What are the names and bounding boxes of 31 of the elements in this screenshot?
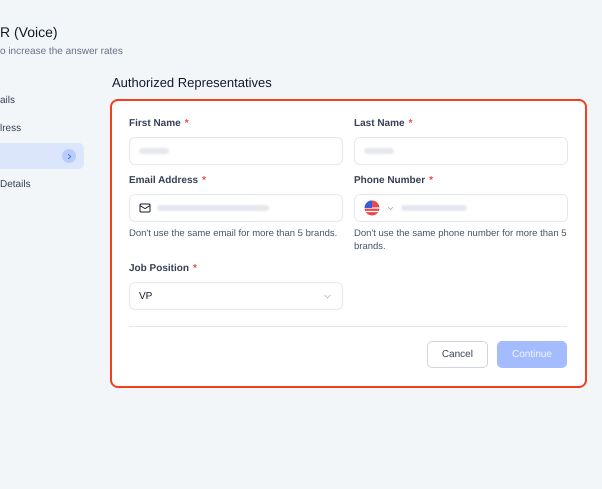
sidebar-item[interactable]: Details: [0, 171, 84, 197]
field-label: Job Position: [129, 263, 189, 274]
required-mark: *: [202, 175, 206, 186]
sidebar-item[interactable]: ails: [0, 87, 84, 113]
job-position-select[interactable]: VP: [129, 282, 343, 310]
field-label: Last Name: [354, 118, 405, 129]
redacted-value: [401, 205, 467, 211]
sidebar-item[interactable]: [0, 143, 84, 169]
flag-icon: [364, 200, 380, 216]
chevron-icon: [62, 149, 76, 163]
cancel-button[interactable]: Cancel: [426, 341, 488, 368]
section-title: Authorized Representatives: [112, 75, 273, 90]
required-mark: *: [429, 175, 434, 186]
field-label: First Name: [129, 118, 181, 129]
mail-icon: [139, 202, 151, 214]
text-field[interactable]: [129, 137, 343, 165]
required-mark: *: [408, 118, 412, 129]
phone-field[interactable]: [354, 194, 568, 222]
field-label: Phone Number: [354, 175, 426, 186]
required-mark: *: [184, 118, 189, 129]
redacted-value: [139, 148, 169, 154]
required-mark: *: [193, 263, 197, 274]
field-hint: Don't use the same email for more than 5 brands.: [129, 227, 338, 240]
sidebar-item[interactable]: lress: [0, 115, 84, 141]
page-subtitle: o increase the answer rates: [0, 46, 124, 57]
page-title: R (Voice): [0, 24, 59, 40]
text-field[interactable]: [354, 137, 568, 165]
field-hint: Don't use the same phone number for more than 5 brands.: [354, 227, 568, 253]
redacted-value: [364, 148, 394, 154]
field-label: Email Address: [129, 175, 198, 186]
email-field[interactable]: [129, 194, 343, 222]
